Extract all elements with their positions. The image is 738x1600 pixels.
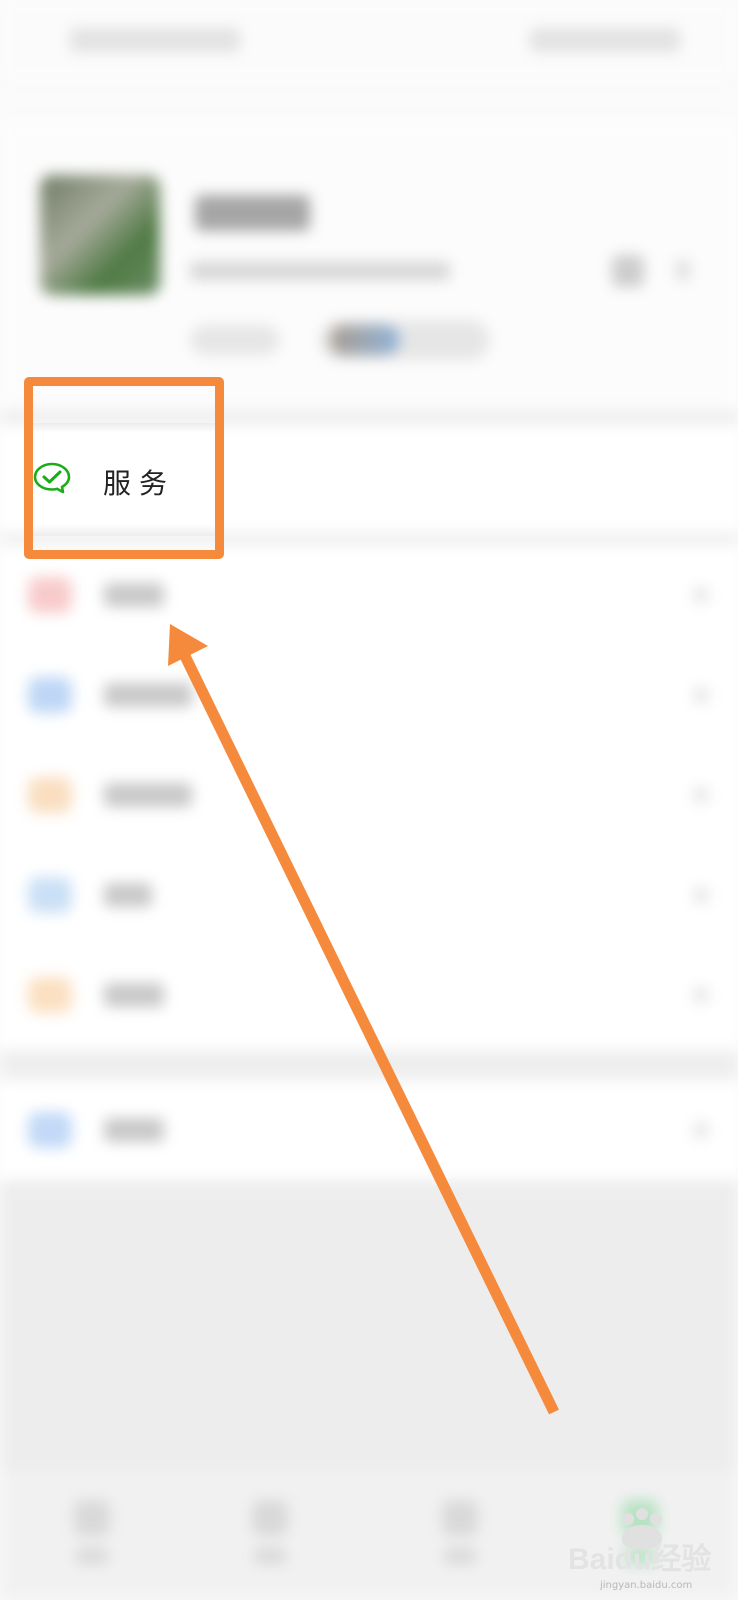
- wechat-me-page: 服务 Baidu经验 jingyan.baidu.com: [0, 0, 738, 1600]
- baidu-watermark-logo: Baidu经验: [568, 1508, 711, 1576]
- watermark-brand: Baidu经验: [568, 1542, 711, 1576]
- pointer-arrow: [168, 624, 559, 1415]
- watermark-url: jingyan.baidu.com: [600, 1580, 693, 1591]
